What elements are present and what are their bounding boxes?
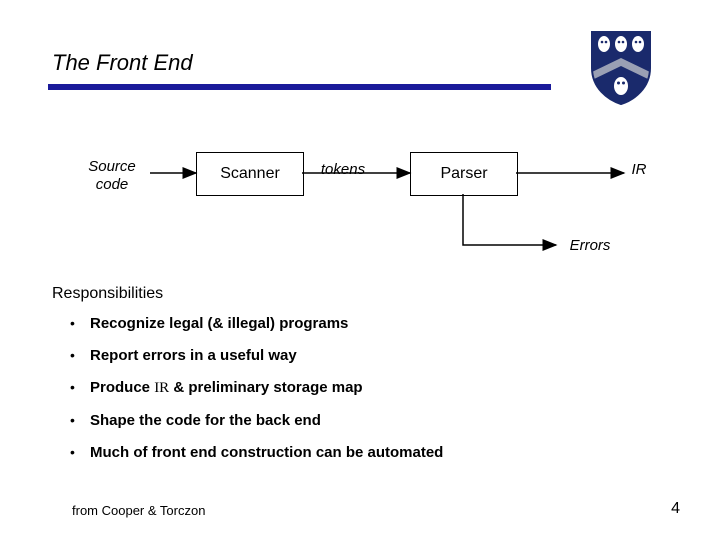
title-underline (48, 84, 551, 90)
list-item: • Shape the code for the back end (70, 413, 443, 428)
diagram-label-errors: Errors (560, 237, 620, 254)
diagram-box-scanner: Scanner (196, 152, 304, 196)
bullet-icon: • (70, 380, 90, 395)
list-item-text: Produce IR & preliminary storage map (90, 380, 363, 396)
crest-shield-icon (590, 28, 652, 106)
diagram-box-parser: Parser (410, 152, 518, 196)
bullet-icon: • (70, 445, 90, 460)
list-item-text: Shape the code for the back end (90, 413, 321, 428)
bullet-icon: • (70, 316, 90, 331)
list-item-text: Much of front end construction can be au… (90, 445, 443, 460)
list-item-text: Report errors in a useful way (90, 348, 297, 363)
page-title: The Front End (52, 50, 193, 76)
diagram-label-ir: IR (624, 161, 654, 178)
bullet-icon: • (70, 413, 90, 428)
section-heading: Responsibilities (52, 285, 163, 303)
list-item: • Report errors in a useful way (70, 348, 443, 363)
list-item: • Produce IR & preliminary storage map (70, 380, 443, 396)
footer-attribution: from Cooper & Torczon (72, 503, 205, 518)
list-item: • Recognize legal (& illegal) programs (70, 316, 443, 331)
diagram-label-tokens: tokens (313, 161, 373, 178)
list-item: • Much of front end construction can be … (70, 445, 443, 460)
page-number: 4 (671, 500, 680, 518)
responsibilities-list: • Recognize legal (& illegal) programs •… (70, 316, 443, 477)
bullet-icon: • (70, 348, 90, 363)
diagram-label-source: Sourcecode (72, 158, 152, 194)
list-item-text: Recognize legal (& illegal) programs (90, 316, 348, 331)
